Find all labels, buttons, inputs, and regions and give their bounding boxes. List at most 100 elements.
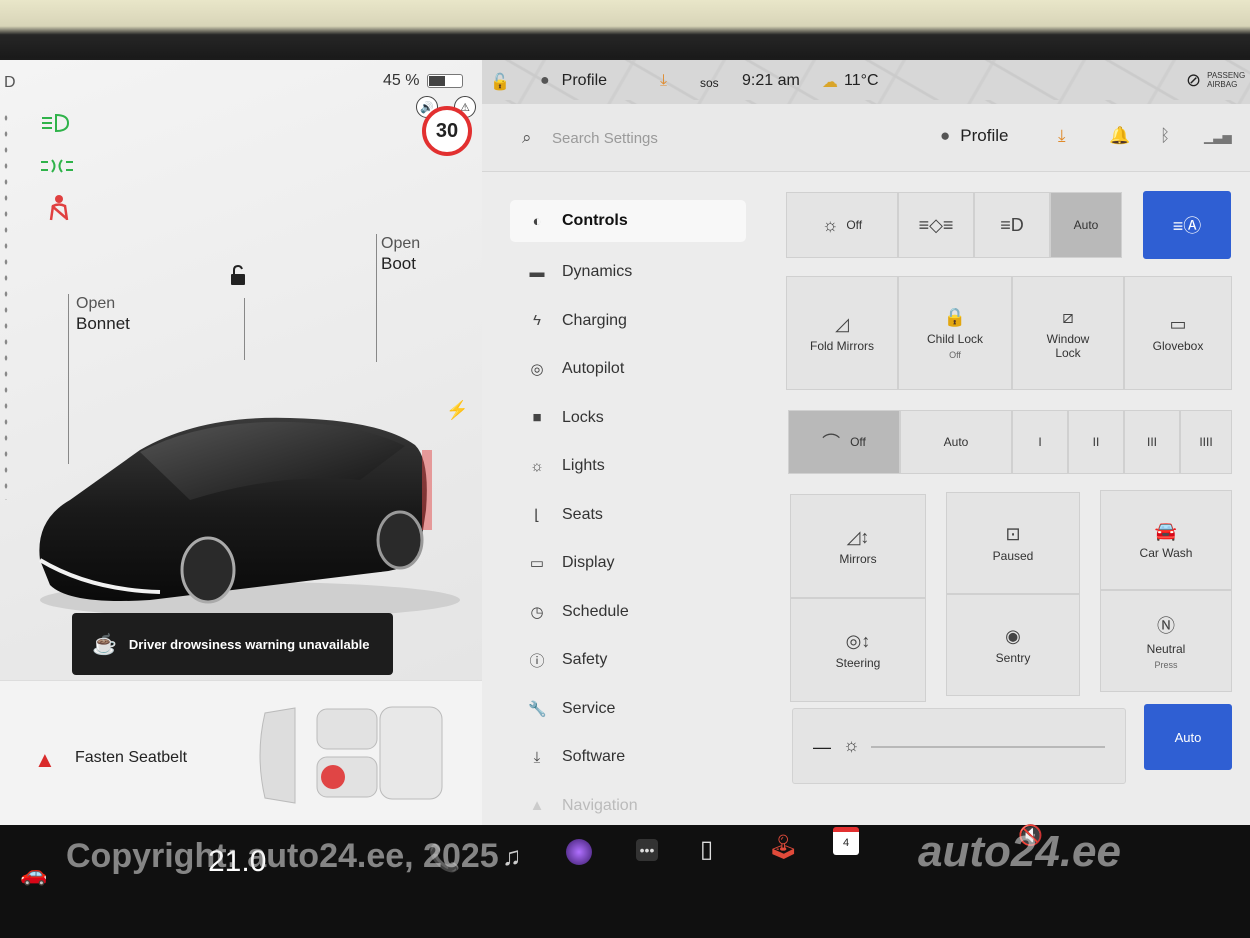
- status-profile-button[interactable]: ● Profile: [540, 72, 607, 90]
- lights-off-label: Off: [846, 218, 863, 232]
- lights-off-button[interactable]: ☼ Off: [786, 192, 898, 258]
- lock-icon: ■: [532, 409, 542, 427]
- door-pointer-line: [244, 298, 245, 360]
- brightness-icon: ☼: [843, 735, 860, 755]
- dashcam-icon: ⊡: [1005, 523, 1021, 544]
- parking-lights-button[interactable]: ≡◇≡: [898, 192, 974, 258]
- seatbelt-text: Fasten Seatbelt: [75, 749, 188, 766]
- wiper-speed-4-button[interactable]: IIII: [1180, 410, 1232, 474]
- joystick-icon[interactable]: 🕹: [768, 833, 798, 862]
- settings-panel: ⌕ ● Profile ⤓ 🔔 ᛒ ▁▃▅ ◐ Controls ▬ Dynamic…: [482, 104, 1250, 825]
- wiper-speed-2-button[interactable]: II: [1068, 410, 1124, 474]
- airbag-text-1: PASSENG: [1207, 71, 1246, 80]
- wiper-speed-3-button[interactable]: III: [1124, 410, 1180, 474]
- person-icon: ●: [940, 126, 951, 145]
- fold-mirrors-button[interactable]: ◿ Fold Mirrors: [786, 276, 898, 390]
- brightness-slider[interactable]: [871, 746, 1105, 748]
- car-icon[interactable]: 🚗: [20, 861, 47, 887]
- neutral-icon: Ⓝ: [1157, 616, 1175, 636]
- settings-nav: ◐ Controls ▬ Dynamics ϟ Charging ◎ Autopilot…: [510, 200, 746, 825]
- nav-item-safety[interactable]: ⓘ Safety: [510, 636, 746, 685]
- low-beam-icon: [40, 112, 70, 140]
- car-render: [38, 417, 460, 618]
- bluetooth-icon[interactable]: ᛒ: [1160, 126, 1170, 146]
- music-icon[interactable]: ♫: [502, 841, 522, 872]
- child-lock-icon: 🔒: [943, 306, 967, 327]
- seat-map: [259, 706, 443, 804]
- lock-status-icon[interactable]: 🔓: [490, 72, 510, 92]
- download-icon[interactable]: ⤓: [660, 72, 667, 90]
- brightness-auto-label: Auto: [1174, 729, 1202, 745]
- open-bonnet-button[interactable]: Open Bonnet: [76, 294, 130, 334]
- wipers-auto-button[interactable]: Auto: [900, 410, 1012, 474]
- nav-item-charging[interactable]: ϟ Charging: [510, 297, 746, 346]
- drowsiness-toast: ☕ Driver drowsiness warning unavailable: [72, 613, 393, 675]
- nav-item-seats[interactable]: ⌊ Seats: [510, 491, 746, 540]
- neutral-label: Neutral: [1146, 642, 1186, 656]
- glovebox-icon: ▭: [1169, 313, 1187, 334]
- neutral-sub-label: Press: [1154, 660, 1178, 670]
- nav-label: Lights: [562, 457, 605, 475]
- nav-label: Dynamics: [562, 263, 633, 281]
- nav-label: Controls: [562, 212, 628, 229]
- person-icon: ●: [540, 72, 550, 89]
- dashcam-button[interactable]: ⊡ Paused: [946, 492, 1080, 594]
- seat-icon: ⌊: [534, 506, 540, 524]
- manual-icon[interactable]: ▯: [700, 835, 713, 864]
- nav-item-display[interactable]: ▭ Display: [510, 539, 746, 588]
- nav-item-schedule[interactable]: ◷ Schedule: [510, 588, 746, 637]
- nav-label: Service: [562, 699, 616, 717]
- auto-high-beam-button[interactable]: ≡Ⓐ: [1143, 191, 1231, 259]
- open-boot-button[interactable]: Open Boot: [381, 234, 420, 274]
- window-lock-button[interactable]: ⧄ Window Lock: [1012, 276, 1124, 390]
- battery-status: 45 %: [383, 72, 464, 90]
- sos-button[interactable]: sos: [700, 76, 719, 90]
- sentry-button[interactable]: ◉ Sentry: [946, 594, 1080, 696]
- low-beam-button[interactable]: ≡D: [974, 192, 1050, 258]
- child-lock-button[interactable]: 🔒 Child Lock Off: [898, 276, 1012, 390]
- unlock-icon[interactable]: [228, 264, 250, 291]
- airbag-text-2: AIRBAG: [1207, 80, 1238, 89]
- nav-label: Locks: [562, 408, 604, 426]
- glovebox-button[interactable]: ▭ Glovebox: [1124, 276, 1232, 390]
- battery-icon: [427, 74, 464, 88]
- download-icon[interactable]: ⤓: [1058, 126, 1066, 146]
- nav-item-locks[interactable]: ■ Locks: [510, 394, 746, 443]
- steering-adjust-button[interactable]: ◎↕ Steering: [790, 598, 926, 702]
- mirrors-adjust-button[interactable]: ◿↕ Mirrors: [790, 494, 926, 598]
- steering-label: Steering: [835, 655, 881, 670]
- camera-icon[interactable]: [566, 839, 592, 865]
- nav-label: Navigation: [562, 796, 638, 814]
- status-profile-label: Profile: [561, 72, 608, 89]
- search-input[interactable]: [552, 124, 852, 152]
- low-beam-icon: ≡D: [1000, 214, 1024, 235]
- nav-item-dynamics[interactable]: ▬ Dynamics: [510, 248, 746, 297]
- nav-item-navigation[interactable]: ▲ Navigation: [510, 782, 746, 826]
- bonnet-label: Bonnet: [76, 314, 130, 333]
- nav-item-software[interactable]: ⤓ Software: [510, 733, 746, 782]
- boot-label: Boot: [381, 254, 416, 273]
- sentry-icon: ◉: [1005, 625, 1021, 646]
- brightness-auto-button[interactable]: Auto: [1144, 704, 1232, 770]
- car-wash-label: Car Wash: [1139, 545, 1193, 560]
- more-apps-icon[interactable]: •••: [636, 839, 658, 861]
- nav-item-autopilot[interactable]: ◎ Autopilot: [510, 345, 746, 394]
- wiper-speed-1-button[interactable]: I: [1012, 410, 1068, 474]
- battery-fill: [429, 76, 445, 86]
- lte-signal-icon: ▁▃▅: [1204, 130, 1232, 144]
- child-lock-label: Child Lock: [926, 331, 984, 346]
- wiper-speed-1-label: I: [1038, 435, 1042, 449]
- nav-item-controls[interactable]: ◐ Controls: [510, 200, 746, 242]
- bell-icon[interactable]: 🔔: [1109, 126, 1130, 146]
- nav-item-service[interactable]: 🔧 Service: [510, 685, 746, 734]
- header-profile-button[interactable]: ● Profile: [940, 126, 1008, 146]
- brightness-slider-group: — ☼: [792, 708, 1126, 784]
- steering-icon: ◎: [530, 361, 544, 379]
- lights-auto-button[interactable]: Auto: [1050, 192, 1122, 258]
- copyright-watermark: Copyright: auto24.ee, 2025: [66, 837, 499, 875]
- nav-item-lights[interactable]: ☼ Lights: [510, 442, 746, 491]
- wipers-off-button[interactable]: ⌒ Off: [788, 410, 900, 474]
- calendar-icon[interactable]: 4: [833, 827, 859, 855]
- neutral-button[interactable]: Ⓝ Neutral Press: [1100, 590, 1232, 692]
- car-wash-button[interactable]: 🚘 Car Wash: [1100, 490, 1232, 590]
